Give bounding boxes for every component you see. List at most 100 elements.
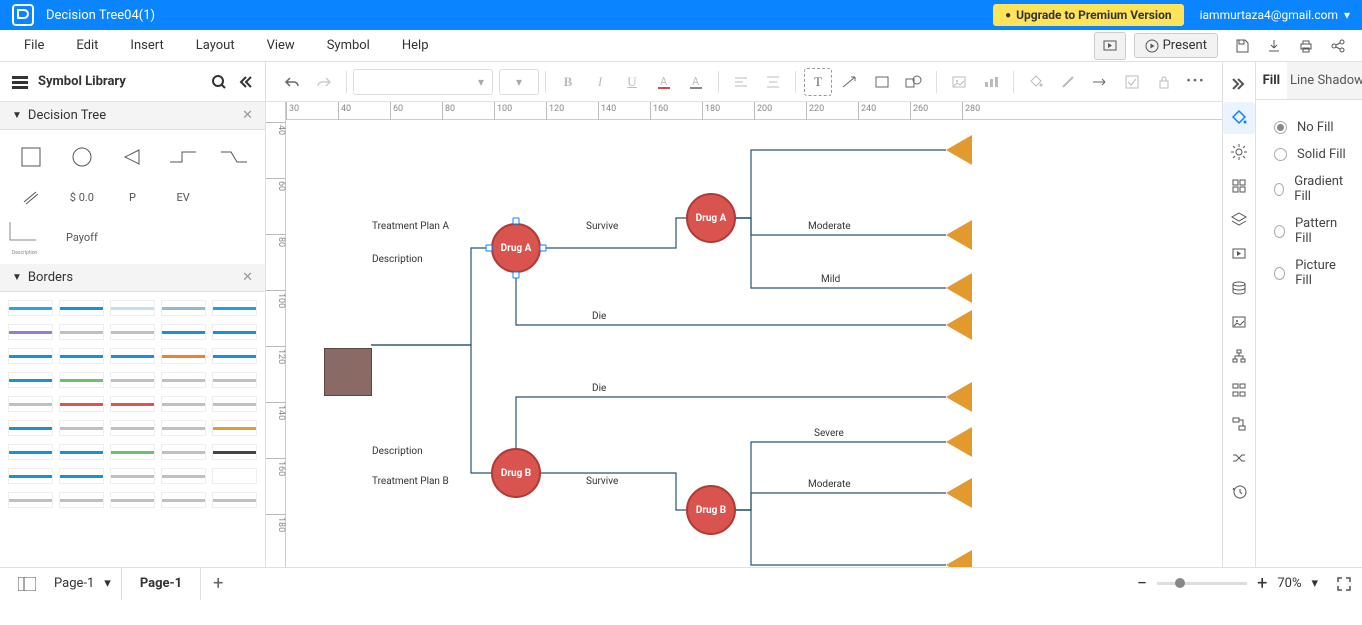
- page-surface[interactable]: Drug A Drug A Drug B Drug B: [286, 120, 1222, 567]
- collapse-panel-icon[interactable]: [237, 74, 253, 90]
- border-sample[interactable]: [8, 324, 53, 340]
- node-drug-a[interactable]: Drug A: [491, 223, 541, 273]
- account-menu[interactable]: iammurtaza4@gmail.com ▾: [1200, 8, 1350, 22]
- border-sample[interactable]: [110, 468, 155, 484]
- search-icon[interactable]: [211, 74, 227, 90]
- outcome-node[interactable]: [946, 310, 972, 340]
- outline-toggle-icon[interactable]: [10, 577, 44, 591]
- font-family-select[interactable]: ▾: [353, 69, 493, 95]
- shape-circle[interactable]: [57, 140, 108, 174]
- more-button[interactable]: •••: [1182, 68, 1210, 96]
- shape-payoff[interactable]: Payoff: [57, 220, 108, 254]
- border-sample[interactable]: [110, 300, 155, 316]
- border-sample[interactable]: [212, 300, 257, 316]
- shape-dollar[interactable]: $ 0.0: [57, 180, 108, 214]
- border-sample[interactable]: [59, 372, 104, 388]
- menu-help[interactable]: Help: [386, 34, 445, 57]
- tab-line[interactable]: Line: [1287, 62, 1318, 99]
- image-button[interactable]: [945, 68, 973, 96]
- shape-lines[interactable]: [6, 180, 57, 214]
- font-size-select[interactable]: ▾: [499, 69, 539, 95]
- border-sample[interactable]: [161, 420, 206, 436]
- outcome-node[interactable]: [946, 382, 972, 412]
- border-sample[interactable]: [161, 300, 206, 316]
- bold-button[interactable]: B: [554, 68, 582, 96]
- border-sample[interactable]: [110, 324, 155, 340]
- border-sample[interactable]: [212, 372, 257, 388]
- download-button[interactable]: [1258, 32, 1290, 60]
- border-sample[interactable]: [110, 372, 155, 388]
- menu-insert[interactable]: Insert: [114, 34, 179, 57]
- align-h-button[interactable]: [727, 68, 755, 96]
- present-button[interactable]: Present: [1134, 33, 1218, 58]
- border-sample[interactable]: [59, 420, 104, 436]
- border-sample[interactable]: [110, 492, 155, 508]
- menu-symbol[interactable]: Symbol: [311, 34, 386, 57]
- italic-button[interactable]: I: [586, 68, 614, 96]
- border-sample[interactable]: [59, 324, 104, 340]
- border-sample[interactable]: [8, 396, 53, 412]
- border-sample[interactable]: [212, 444, 257, 460]
- border-sample[interactable]: [110, 396, 155, 412]
- flow-icon[interactable]: [1223, 408, 1255, 440]
- fill-option-solid[interactable]: Solid Fill: [1274, 141, 1346, 168]
- fill-option-picture[interactable]: Picture Fill: [1274, 252, 1346, 294]
- border-sample[interactable]: [8, 444, 53, 460]
- outcome-node[interactable]: [946, 427, 972, 457]
- border-sample[interactable]: [161, 492, 206, 508]
- outcome-node[interactable]: [946, 135, 972, 165]
- shape-p[interactable]: P: [107, 180, 158, 214]
- expand-panel-icon[interactable]: [1223, 68, 1255, 100]
- border-sample[interactable]: [8, 420, 53, 436]
- checkbox-button[interactable]: [1118, 68, 1146, 96]
- add-page-button[interactable]: +: [201, 573, 235, 594]
- outcome-node[interactable]: [946, 550, 972, 567]
- page-tab[interactable]: Page-1: [121, 568, 201, 600]
- section-borders[interactable]: ▼ Borders ✕: [0, 264, 265, 292]
- print-button[interactable]: [1290, 32, 1322, 60]
- align-v-button[interactable]: [759, 68, 787, 96]
- border-sample[interactable]: [161, 348, 206, 364]
- shape-elbow[interactable]: [158, 140, 209, 174]
- save-button[interactable]: [1226, 32, 1258, 60]
- border-sample[interactable]: [212, 420, 257, 436]
- slideshow-button[interactable]: [1094, 32, 1126, 60]
- border-sample[interactable]: [8, 468, 53, 484]
- settings-icon[interactable]: [1223, 136, 1255, 168]
- selection-handle[interactable]: [486, 245, 493, 252]
- shape-ev[interactable]: EV: [158, 180, 209, 214]
- border-sample[interactable]: [59, 492, 104, 508]
- line-style-button[interactable]: [1086, 68, 1114, 96]
- menu-layout[interactable]: Layout: [180, 34, 251, 57]
- border-sample[interactable]: [161, 468, 206, 484]
- menu-view[interactable]: View: [251, 34, 311, 57]
- zoom-out-button[interactable]: −: [1137, 573, 1147, 594]
- menu-edit[interactable]: Edit: [60, 34, 114, 57]
- underline-button[interactable]: U: [618, 68, 646, 96]
- shape-zigzag[interactable]: [208, 140, 259, 174]
- border-sample[interactable]: [212, 396, 257, 412]
- share-button[interactable]: [1322, 32, 1354, 60]
- layers-icon[interactable]: [1223, 204, 1255, 236]
- node-drug-b[interactable]: Drug B: [491, 448, 541, 498]
- chevron-down-icon[interactable]: ▾: [1311, 576, 1318, 591]
- border-sample[interactable]: [161, 444, 206, 460]
- border-sample[interactable]: [161, 372, 206, 388]
- border-sample[interactable]: [161, 324, 206, 340]
- outcome-node[interactable]: [946, 478, 972, 508]
- rect-shape-button[interactable]: [868, 68, 896, 96]
- fill-color-button[interactable]: [1022, 68, 1050, 96]
- canvas-stage[interactable]: 406080100120140160180 304060801001201401…: [266, 102, 1222, 567]
- zoom-in-button[interactable]: +: [1257, 573, 1267, 594]
- border-sample[interactable]: [8, 492, 53, 508]
- border-sample[interactable]: [212, 348, 257, 364]
- border-sample[interactable]: [8, 300, 53, 316]
- shapes-button[interactable]: [900, 68, 928, 96]
- undo-button[interactable]: [278, 68, 306, 96]
- border-sample[interactable]: [110, 444, 155, 460]
- fill-option-pattern[interactable]: Pattern Fill: [1274, 210, 1346, 252]
- border-sample[interactable]: [59, 444, 104, 460]
- grid-icon[interactable]: [1223, 170, 1255, 202]
- close-icon[interactable]: ✕: [242, 108, 253, 123]
- root-decision-node[interactable]: [324, 348, 372, 396]
